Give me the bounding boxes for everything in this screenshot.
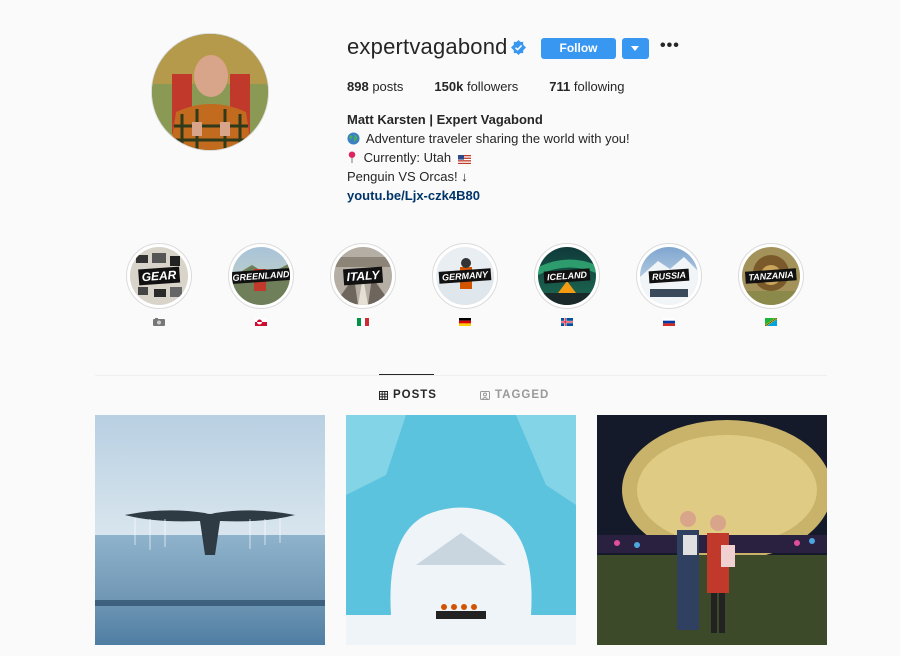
followers-count[interactable]: 150k — [434, 79, 463, 94]
more-options-button[interactable]: ••• — [660, 36, 679, 56]
followers-stat[interactable]: 150k followers — [434, 79, 518, 94]
tanzania-flag-icon — [765, 318, 777, 326]
post-thumbnail-whale[interactable] — [95, 415, 325, 645]
globe-icon — [347, 132, 360, 145]
iceland-flag-icon — [561, 318, 573, 326]
posts-label: posts — [372, 79, 404, 94]
suggestions-dropdown-button[interactable] — [622, 38, 649, 59]
highlight-ring[interactable]: GREENLAND — [228, 243, 294, 309]
highlight-cover: GERMANY — [436, 247, 494, 305]
tagged-icon — [480, 390, 490, 400]
profile-stats: 898 posts 150k followers 711 following — [347, 79, 655, 94]
highlight-ring[interactable]: GERMANY — [432, 243, 498, 309]
story-highlights: GEAR GREENLAND ITALY GERMANY ICELAND RUS… — [126, 243, 806, 333]
bio-link[interactable]: youtu.be/Ljx-czk4B80 — [347, 186, 630, 205]
bio-line-2: Currently: Utah — [347, 148, 630, 167]
posts-stat: 898 posts — [347, 79, 403, 94]
profile-full-name: Matt Karsten | Expert Vagabond — [347, 112, 543, 127]
posts-count: 898 — [347, 79, 369, 94]
post-thumbnail-ice-arch[interactable] — [346, 415, 576, 645]
germany-flag-icon — [459, 318, 471, 326]
ice-arch-image — [346, 415, 576, 645]
highlight-label: GEAR — [138, 266, 180, 286]
highlight-gear[interactable]: GEAR — [126, 243, 192, 326]
follow-button[interactable]: Follow — [541, 38, 616, 59]
highlight-cover: ITALY — [334, 247, 392, 305]
pin-icon — [348, 151, 356, 164]
post-thumbnail-family-lights[interactable] — [597, 415, 827, 645]
profile-avatar[interactable] — [151, 33, 269, 151]
whale-tail-image — [95, 415, 325, 645]
profile-username: expertvagabond — [347, 34, 508, 59]
highlight-greenland[interactable]: GREENLAND — [228, 243, 294, 326]
highlight-cover: TANZANIA — [742, 247, 800, 305]
grid-icon — [379, 390, 388, 400]
highlight-ring[interactable]: ITALY — [330, 243, 396, 309]
highlight-italy[interactable]: ITALY — [330, 243, 396, 326]
tabs-divider — [95, 375, 827, 376]
highlight-russia[interactable]: RUSSIA — [636, 243, 702, 326]
profile-bio: Matt Karsten | Expert Vagabond Adventure… — [347, 110, 630, 205]
highlight-ring[interactable]: TANZANIA — [738, 243, 804, 309]
us-flag-icon — [457, 155, 471, 164]
italy-flag-icon — [357, 318, 369, 326]
followers-label[interactable]: followers — [467, 79, 518, 94]
highlight-iceland[interactable]: ICELAND — [534, 243, 600, 326]
highlight-cover: ICELAND — [538, 247, 596, 305]
highlight-tanzania[interactable]: TANZANIA — [738, 243, 804, 326]
bio-line-1: Adventure traveler sharing the world wit… — [347, 129, 630, 148]
caret-down-icon — [631, 46, 639, 51]
greenland-flag-icon — [255, 318, 267, 326]
highlight-cover: RUSSIA — [640, 247, 698, 305]
following-label[interactable]: following — [574, 79, 625, 94]
following-stat[interactable]: 711 following — [549, 79, 624, 94]
highlight-ring[interactable]: RUSSIA — [636, 243, 702, 309]
christmas-lights-family-image — [597, 415, 827, 645]
highlight-ring[interactable]: ICELAND — [534, 243, 600, 309]
camera-icon — [153, 318, 165, 326]
tab-posts-label[interactable]: POSTS — [393, 389, 437, 401]
tab-tagged[interactable]: TAGGED — [480, 389, 549, 401]
highlight-ring[interactable]: GEAR — [126, 243, 192, 309]
following-count[interactable]: 711 — [549, 79, 570, 94]
bio-line-3: Penguin VS Orcas! ↓ — [347, 169, 468, 184]
highlight-cover: GREENLAND — [232, 247, 290, 305]
active-tab-indicator — [379, 374, 434, 375]
verified-badge-icon — [511, 40, 526, 55]
highlight-germany[interactable]: GERMANY — [432, 243, 498, 326]
highlight-cover: GEAR — [130, 247, 188, 305]
highlight-label: ITALY — [343, 266, 383, 286]
russia-flag-icon — [663, 318, 675, 326]
tab-tagged-label[interactable]: TAGGED — [495, 389, 549, 401]
tab-posts[interactable]: POSTS — [379, 389, 437, 401]
